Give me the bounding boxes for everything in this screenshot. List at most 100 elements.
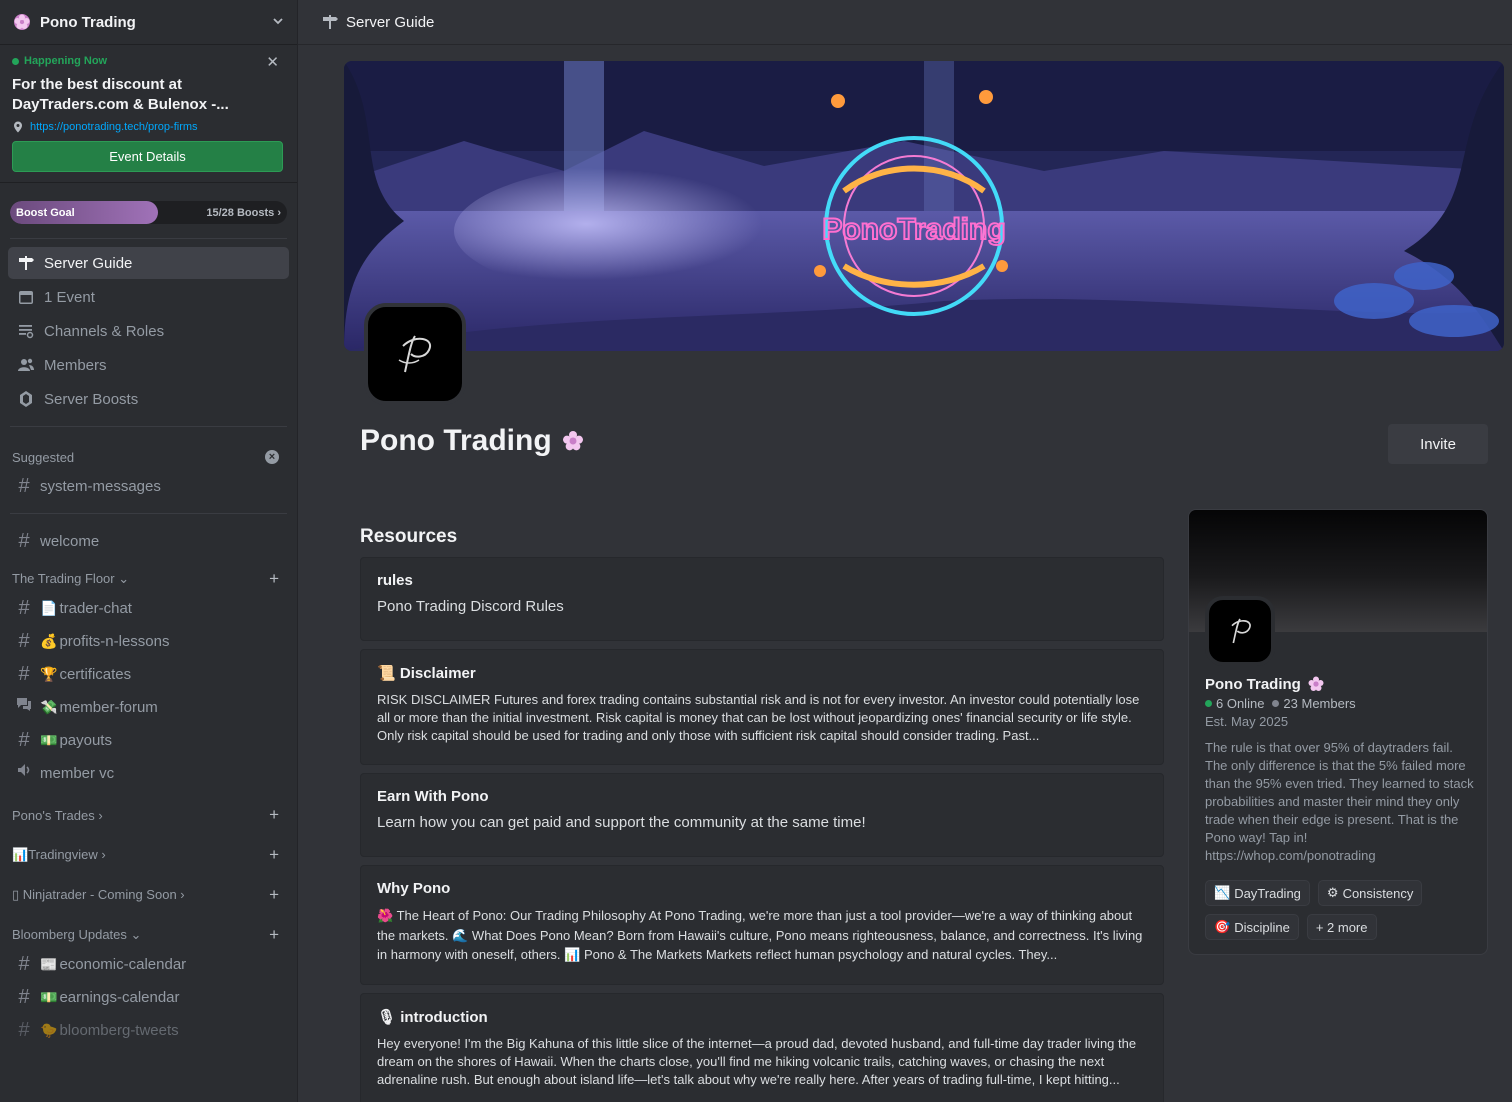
hash-icon: #	[18, 985, 30, 1008]
add-channel-icon[interactable]: +	[269, 569, 279, 589]
tag-consistency[interactable]: ⚙ Consistency	[1317, 880, 1423, 906]
resource-card-earn[interactable]: Earn With Pono Learn how you can get pai…	[360, 773, 1164, 857]
channel-label: payouts	[59, 731, 112, 749]
member-count: 23 Members	[1283, 696, 1356, 711]
add-channel-icon[interactable]: +	[269, 885, 279, 905]
resource-title: Earn With Pono	[377, 788, 489, 805]
channel-bloomberg-tweets[interactable]: # 🐤 bloomberg-tweets	[8, 1014, 289, 1046]
add-channel-icon[interactable]: +	[269, 845, 279, 865]
banner-logo-text: PonoTrading	[822, 213, 1005, 246]
channel-trader-chat[interactable]: # 📄 trader-chat	[8, 592, 289, 624]
members-icon	[16, 355, 36, 375]
event-title[interactable]: For the best discount at DayTraders.com …	[12, 75, 285, 115]
hash-icon: #	[18, 629, 30, 652]
bird-emoji-icon: 🐤	[40, 1021, 58, 1038]
boost-gem-icon	[16, 389, 36, 409]
nav-server-boosts[interactable]: Server Boosts	[8, 383, 289, 415]
close-icon[interactable]: ✕	[266, 53, 279, 71]
boost-goal-label: Boost Goal	[16, 206, 75, 219]
resource-desc: RISK DISCLAIMER Futures and forex tradin…	[377, 692, 1140, 743]
channel-member-vc[interactable]: member vc	[8, 757, 289, 789]
category-label: 📊Tradingview ›	[12, 847, 106, 862]
resource-card-disclaimer[interactable]: 📜 Disclaimer RISK DISCLAIMER Futures and…	[360, 649, 1164, 765]
server-header[interactable]: Pono Trading	[0, 0, 297, 45]
channel-certificates[interactable]: # 🏆 certificates	[8, 658, 289, 690]
hash-icon: #	[18, 529, 30, 552]
card-name-text: Pono Trading	[1205, 675, 1301, 693]
channel-label: economic-calendar	[59, 955, 187, 973]
channel-payouts[interactable]: # 💵 payouts	[8, 724, 289, 756]
forum-icon	[14, 695, 34, 719]
channel-label: system-messages	[40, 477, 161, 495]
dollar-emoji-icon: 💵	[40, 731, 58, 748]
resource-card-introduction[interactable]: 🎙 introduction Hey everyone! I'm the Big…	[360, 993, 1164, 1102]
add-channel-icon[interactable]: +	[269, 925, 279, 945]
tag-daytrading[interactable]: 📉 DayTrading	[1205, 880, 1310, 906]
boost-count: 15/28 Boosts ›	[206, 206, 281, 219]
hash-icon: #	[18, 474, 30, 497]
nav-label: 1 Event	[44, 288, 95, 306]
resource-desc: 🌺 The Heart of Pono: Our Trading Philoso…	[377, 908, 1143, 962]
resource-desc: Pono Trading Discord Rules	[377, 598, 564, 615]
signpost-icon	[320, 12, 340, 32]
channel-profits-n-lessons[interactable]: # 💰 profits-n-lessons	[8, 625, 289, 657]
channel-sidebar: Pono Trading Happening Now ✕ For the bes…	[0, 0, 298, 1102]
resource-desc: Learn how you can get paid and support t…	[377, 814, 866, 831]
server-name-text: Pono Trading	[360, 424, 552, 457]
nav-server-guide[interactable]: Server Guide	[8, 247, 289, 279]
server-guide-main: Server Guide PonoTrading Pono Trading In…	[298, 0, 1512, 1102]
members-dot-icon	[1272, 700, 1280, 707]
channel-label: member-forum	[59, 698, 158, 716]
category-tradingview[interactable]: 📊Tradingview › +	[0, 843, 297, 867]
flower-badge-icon	[12, 12, 32, 32]
memo-emoji-icon: 📄	[40, 599, 58, 616]
channel-welcome[interactable]: # welcome	[8, 525, 289, 557]
tag-label: DayTrading	[1234, 885, 1301, 901]
online-dot-icon	[1205, 700, 1212, 707]
hash-icon: #	[18, 596, 30, 619]
add-channel-icon[interactable]: +	[269, 805, 279, 825]
card-server-name: Pono Trading	[1205, 675, 1325, 693]
main-server-name: Pono Trading	[360, 424, 586, 458]
tag-more[interactable]: + 2 more	[1306, 914, 1377, 940]
hash-icon: #	[18, 728, 30, 751]
nav-label: Channels & Roles	[44, 322, 165, 340]
suggested-label: Suggested	[12, 449, 75, 465]
event-location-link[interactable]: https://ponotrading.tech/prop-firms	[30, 121, 198, 133]
category-label: ▯ Ninjatrader - Coming Soon ›	[12, 887, 185, 902]
category-ninjatrader[interactable]: ▯ Ninjatrader - Coming Soon › +	[0, 883, 297, 907]
target-emoji-icon: 🎯	[1214, 919, 1231, 934]
event-details-button[interactable]: Event Details	[12, 141, 283, 172]
boost-goal-bar[interactable]: Boost Goal 15/28 Boosts ›	[10, 201, 287, 224]
dismiss-icon[interactable]: ×	[265, 450, 279, 464]
event-location[interactable]: https://ponotrading.tech/prop-firms	[12, 121, 285, 133]
tag-label: Discipline	[1234, 919, 1290, 935]
server-avatar	[364, 303, 466, 405]
resource-card-rules[interactable]: rules Pono Trading Discord Rules	[360, 557, 1164, 641]
nav-channels-roles[interactable]: Channels & Roles	[8, 315, 289, 347]
suggested-header: Suggested ×	[0, 445, 297, 469]
resource-title: 🎙 introduction	[377, 1009, 488, 1026]
category-bloomberg[interactable]: Bloomberg Updates ⌄ +	[0, 923, 297, 947]
tag-discipline[interactable]: 🎯 Discipline	[1205, 914, 1299, 940]
event-status: Happening Now	[12, 55, 285, 67]
channel-label: welcome	[40, 532, 100, 550]
channel-member-forum[interactable]: 💸 member-forum	[8, 691, 289, 723]
channels-roles-icon	[16, 321, 36, 341]
nav-events[interactable]: 1 Event	[8, 281, 289, 313]
channel-earnings-calendar[interactable]: # 💵 earnings-calendar	[8, 981, 289, 1013]
channel-label: trader-chat	[59, 599, 132, 617]
category-ponos-trades[interactable]: Pono's Trades › +	[0, 803, 297, 827]
channel-economic-calendar[interactable]: # 📰 economic-calendar	[8, 948, 289, 980]
category-label: Bloomberg Updates ⌄	[12, 927, 142, 942]
category-trading-floor[interactable]: The Trading Floor ⌄ +	[0, 567, 297, 591]
resource-card-why-pono[interactable]: Why Pono 🌺 The Heart of Pono: Our Tradin…	[360, 865, 1164, 985]
channel-system-messages[interactable]: # system-messages	[8, 470, 289, 502]
resource-title: rules	[377, 572, 413, 589]
nav-label: Members	[44, 356, 107, 374]
invite-button[interactable]: Invite	[1388, 424, 1488, 464]
nav-members[interactable]: Members	[8, 349, 289, 381]
channel-label: bloomberg-tweets	[59, 1021, 179, 1039]
nav-label: Server Boosts	[44, 390, 139, 408]
trophy-emoji-icon: 🏆	[40, 665, 58, 682]
